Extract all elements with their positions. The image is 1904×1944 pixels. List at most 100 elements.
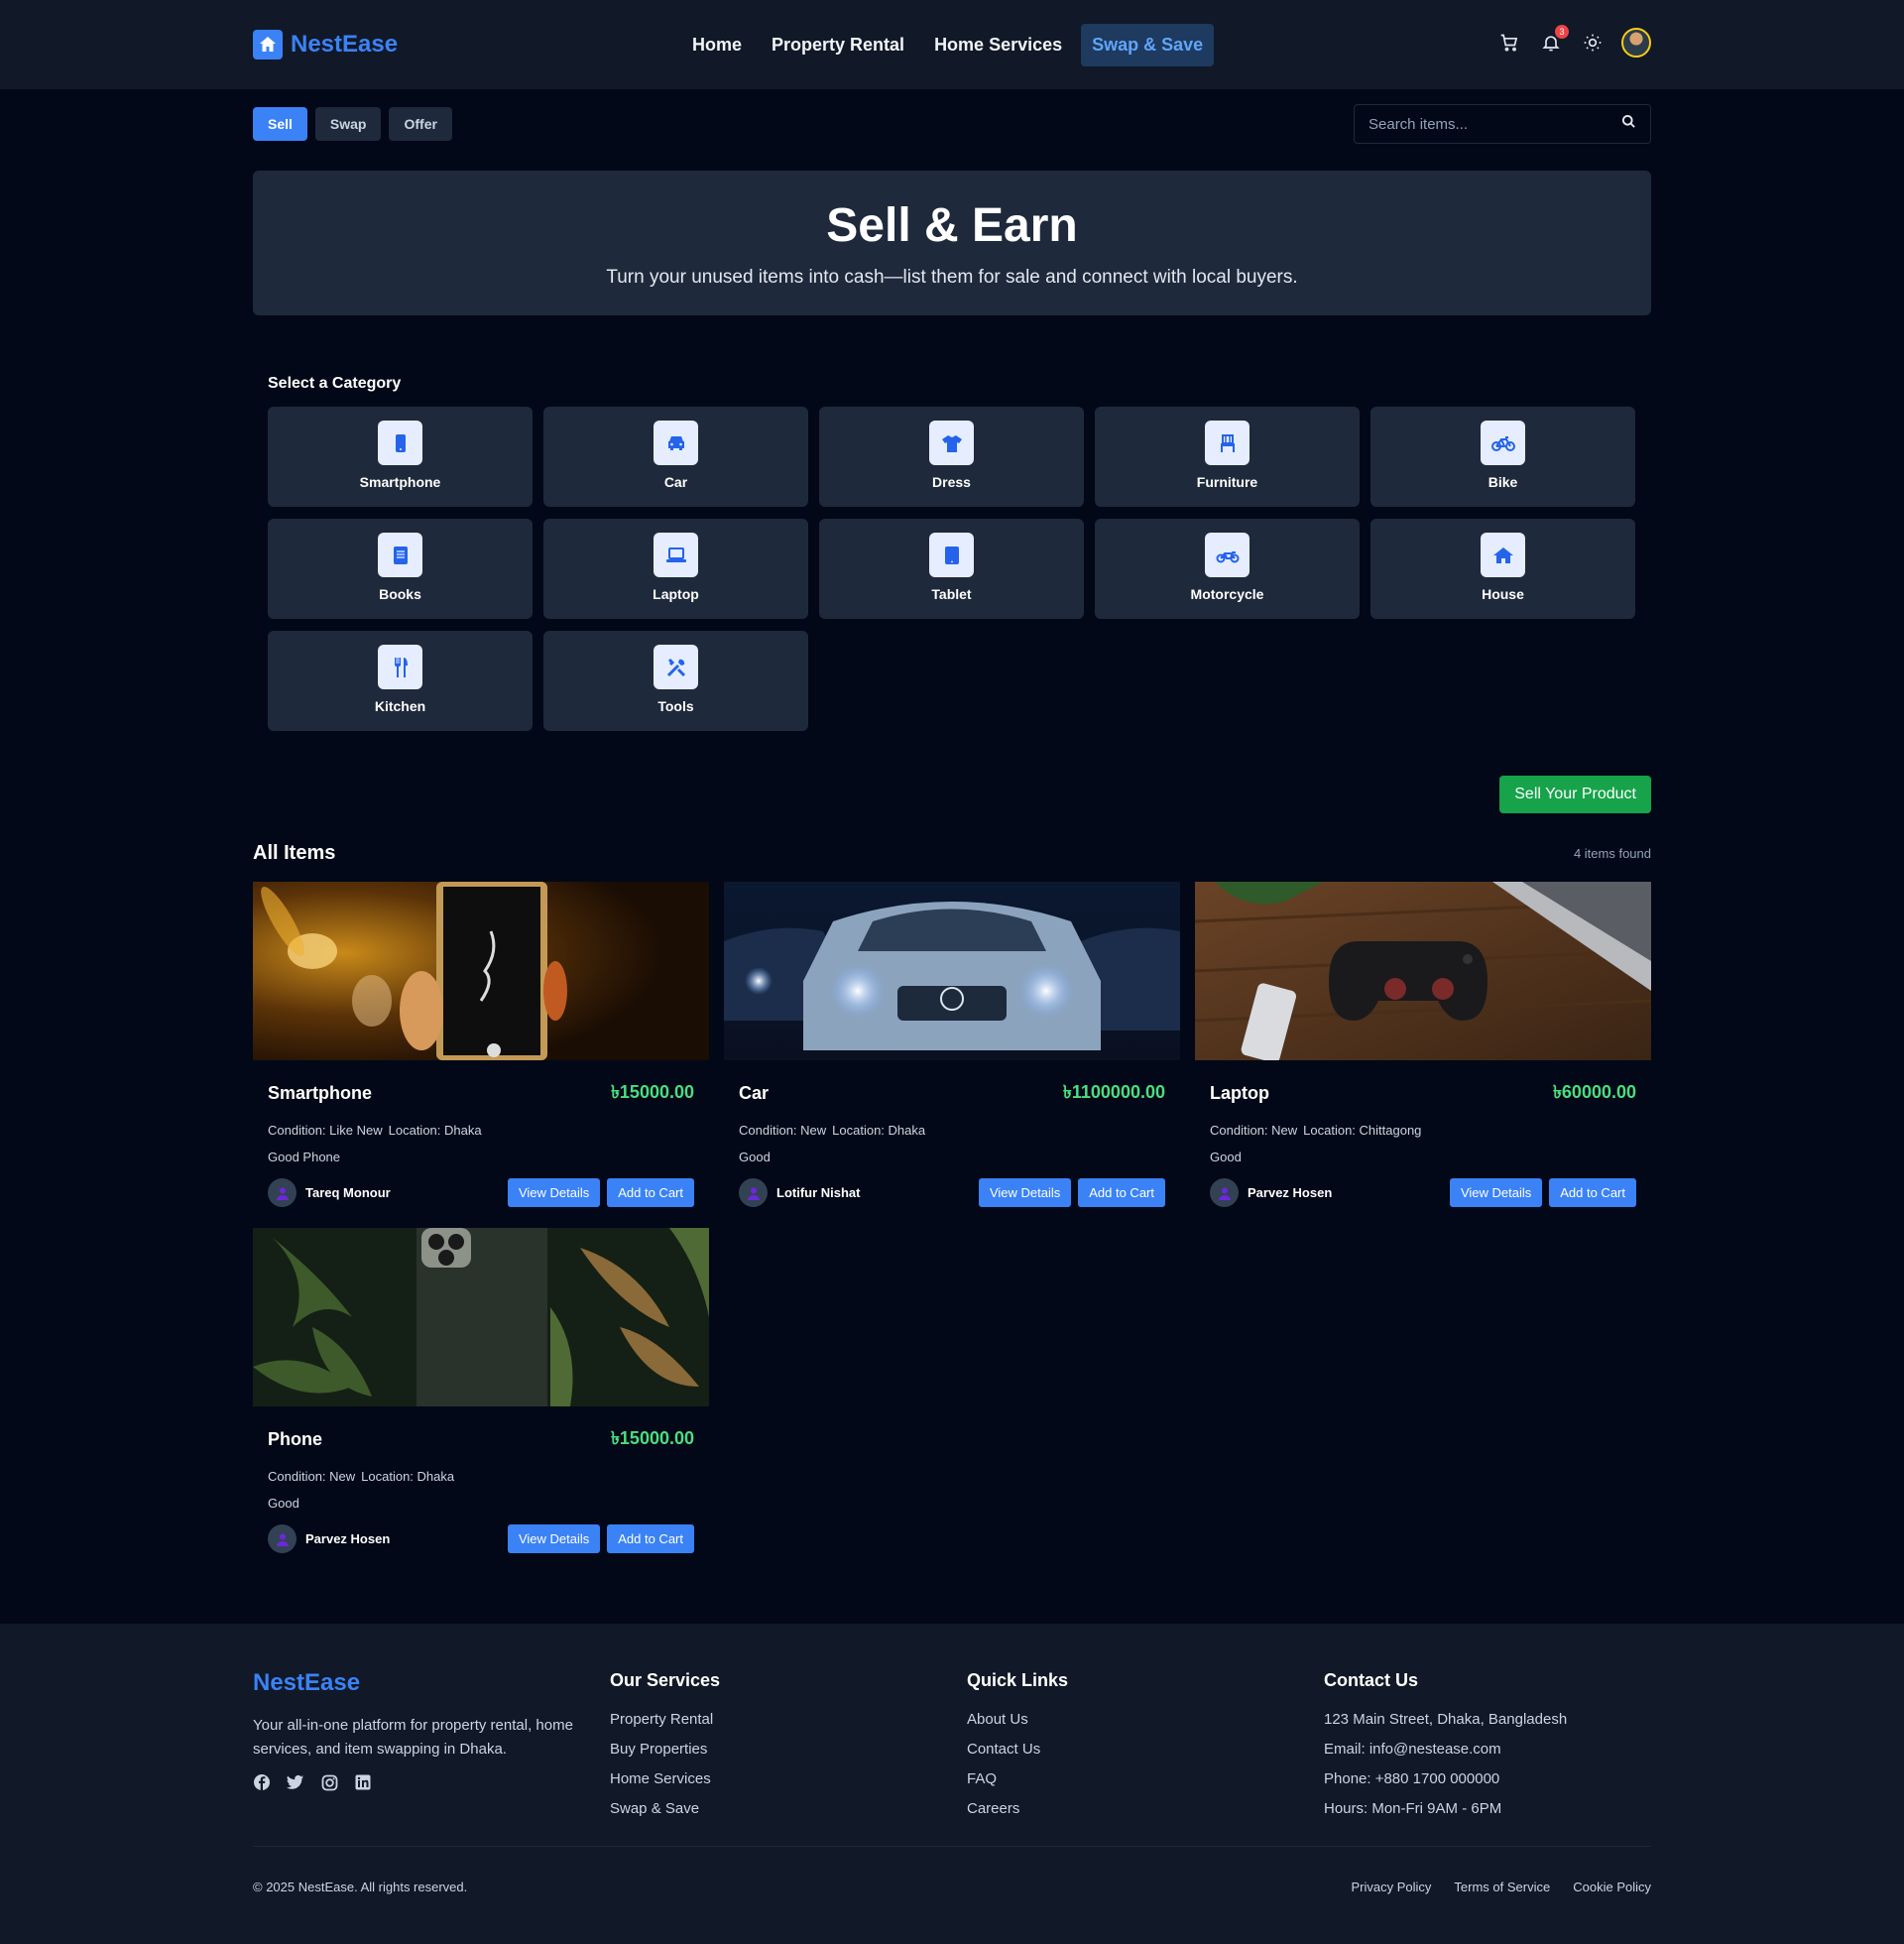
view-details-button[interactable]: View Details xyxy=(507,1178,601,1207)
tab-sell[interactable]: Sell xyxy=(253,107,307,141)
instagram-icon[interactable] xyxy=(320,1773,338,1791)
category-label: Kitchen xyxy=(374,698,426,714)
item-price: ৳1100000.00 xyxy=(1062,1082,1165,1102)
category-bike[interactable]: Bike xyxy=(1370,407,1635,507)
footer-link-swap-save[interactable]: Swap & Save xyxy=(610,1794,967,1824)
copyright: © 2025 NestEase. All rights reserved. xyxy=(253,1879,468,1894)
category-tablet[interactable]: Tablet xyxy=(819,519,1084,619)
category-label: Motorcycle xyxy=(1190,586,1264,602)
sun-icon[interactable] xyxy=(1580,30,1606,56)
hero-title: Sell & Earn xyxy=(826,198,1078,252)
user-avatar[interactable] xyxy=(1621,28,1651,58)
category-tools[interactable]: Tools xyxy=(543,631,808,731)
seller-avatar-icon xyxy=(1210,1178,1239,1207)
footer-link-home-services[interactable]: Home Services xyxy=(610,1764,967,1794)
footer-link-property-rental[interactable]: Property Rental xyxy=(610,1705,967,1735)
contact-email: Email: info@nestease.com xyxy=(1324,1741,1501,1758)
bicycle-icon xyxy=(1481,421,1525,465)
search-box xyxy=(1354,104,1651,144)
item-image-car[interactable] xyxy=(724,882,1180,1060)
privacy-policy-link[interactable]: Privacy Policy xyxy=(1352,1880,1432,1894)
facebook-icon[interactable] xyxy=(253,1773,271,1791)
footer-link-careers[interactable]: Careers xyxy=(967,1794,1324,1824)
category-motorcycle[interactable]: Motorcycle xyxy=(1095,519,1360,619)
shirt-icon xyxy=(929,421,974,465)
category-smartphone[interactable]: Smartphone xyxy=(268,407,533,507)
category-car[interactable]: Car xyxy=(543,407,808,507)
add-to-cart-button[interactable]: Add to Cart xyxy=(1549,1178,1636,1207)
twitter-icon[interactable] xyxy=(287,1773,304,1791)
cart-icon[interactable] xyxy=(1496,30,1522,56)
item-location: Location: Chittagong xyxy=(1303,1123,1422,1138)
seller-avatar-icon xyxy=(268,1178,297,1207)
item-location: Location: Dhaka xyxy=(388,1123,482,1138)
sell-product-button[interactable]: Sell Your Product xyxy=(1499,776,1651,813)
seller-name[interactable]: Lotifur Nishat xyxy=(776,1185,861,1200)
item-condition: Condition: New xyxy=(1210,1123,1298,1138)
category-house[interactable]: House xyxy=(1370,519,1635,619)
category-label: Bike xyxy=(1488,474,1518,490)
terms-link[interactable]: Terms of Service xyxy=(1454,1880,1550,1894)
category-kitchen[interactable]: Kitchen xyxy=(268,631,533,731)
view-details-button[interactable]: View Details xyxy=(507,1524,601,1553)
item-description: Good xyxy=(1210,1150,1242,1164)
category-label: Car xyxy=(663,474,688,490)
chair-icon xyxy=(1205,421,1250,465)
category-furniture[interactable]: Furniture xyxy=(1095,407,1360,507)
add-to-cart-button[interactable]: Add to Cart xyxy=(607,1524,694,1553)
motorcycle-icon xyxy=(1205,533,1250,577)
item-image-laptop[interactable] xyxy=(1195,882,1651,1060)
category-label: Smartphone xyxy=(359,474,441,490)
add-to-cart-button[interactable]: Add to Cart xyxy=(607,1178,694,1207)
navbar: NestEase Home Property Rental Home Servi… xyxy=(0,0,1904,89)
items-count: 4 items found xyxy=(1573,845,1651,861)
category-laptop[interactable]: Laptop xyxy=(543,519,808,619)
tab-offer[interactable]: Offer xyxy=(389,107,452,141)
seller-name[interactable]: Tareq Monour xyxy=(305,1185,391,1200)
bell-icon[interactable]: 3 xyxy=(1538,25,1569,56)
linkedin-icon[interactable] xyxy=(354,1773,372,1791)
item-card: Smartphone ৳15000.00 Condition: Like New… xyxy=(253,882,709,1207)
notification-badge: 3 xyxy=(1555,25,1569,39)
item-name: Phone xyxy=(268,1429,323,1449)
item-name: Smartphone xyxy=(268,1083,373,1103)
search-icon[interactable] xyxy=(1621,114,1636,134)
view-details-button[interactable]: View Details xyxy=(1449,1178,1543,1207)
footer-link-faq[interactable]: FAQ xyxy=(967,1764,1324,1794)
contact-phone: Phone: +880 1700 000000 xyxy=(1324,1770,1500,1787)
nav-property-rental[interactable]: Property Rental xyxy=(761,24,915,66)
footer-brand[interactable]: NestEase xyxy=(253,1669,610,1697)
category-heading: Select a Category xyxy=(268,375,402,392)
tools-icon xyxy=(654,645,698,689)
item-image-smartphone[interactable] xyxy=(253,882,709,1060)
items-grid: Smartphone ৳15000.00 Condition: Like New… xyxy=(253,882,1651,1553)
item-name: Laptop xyxy=(1210,1083,1269,1103)
smartphone-icon xyxy=(378,421,422,465)
item-card: Laptop ৳60000.00 Condition: New Location:… xyxy=(1195,882,1651,1207)
brand-logo[interactable]: NestEase xyxy=(253,30,398,60)
search-input[interactable] xyxy=(1368,115,1606,133)
footer-description: Your all-in-one platform for property re… xyxy=(253,1717,573,1758)
footer-link-contact[interactable]: Contact Us xyxy=(967,1735,1324,1764)
view-details-button[interactable]: View Details xyxy=(978,1178,1072,1207)
add-to-cart-button[interactable]: Add to Cart xyxy=(1078,1178,1165,1207)
category-books[interactable]: Books xyxy=(268,519,533,619)
brand-name: NestEase xyxy=(291,31,399,58)
seller-name[interactable]: Parvez Hosen xyxy=(305,1531,390,1546)
footer-link-buy-properties[interactable]: Buy Properties xyxy=(610,1735,967,1764)
item-image-phone[interactable] xyxy=(253,1228,709,1406)
cookie-policy-link[interactable]: Cookie Policy xyxy=(1573,1880,1651,1894)
footer-link-about[interactable]: About Us xyxy=(967,1705,1324,1735)
tab-swap[interactable]: Swap xyxy=(314,107,382,141)
item-location: Location: Dhaka xyxy=(832,1123,926,1138)
seller-name[interactable]: Parvez Hosen xyxy=(1248,1185,1332,1200)
main-nav: Home Property Rental Home Services Swap … xyxy=(681,24,1215,66)
category-dress[interactable]: Dress xyxy=(819,407,1084,507)
tablet-icon xyxy=(929,533,974,577)
book-icon xyxy=(378,533,422,577)
hero-banner: Sell & Earn Turn your unused items into … xyxy=(253,171,1651,315)
nav-home-services[interactable]: Home Services xyxy=(923,24,1073,66)
nav-home[interactable]: Home xyxy=(681,24,753,66)
category-label: Books xyxy=(379,586,421,602)
nav-swap-save[interactable]: Swap & Save xyxy=(1081,24,1215,66)
